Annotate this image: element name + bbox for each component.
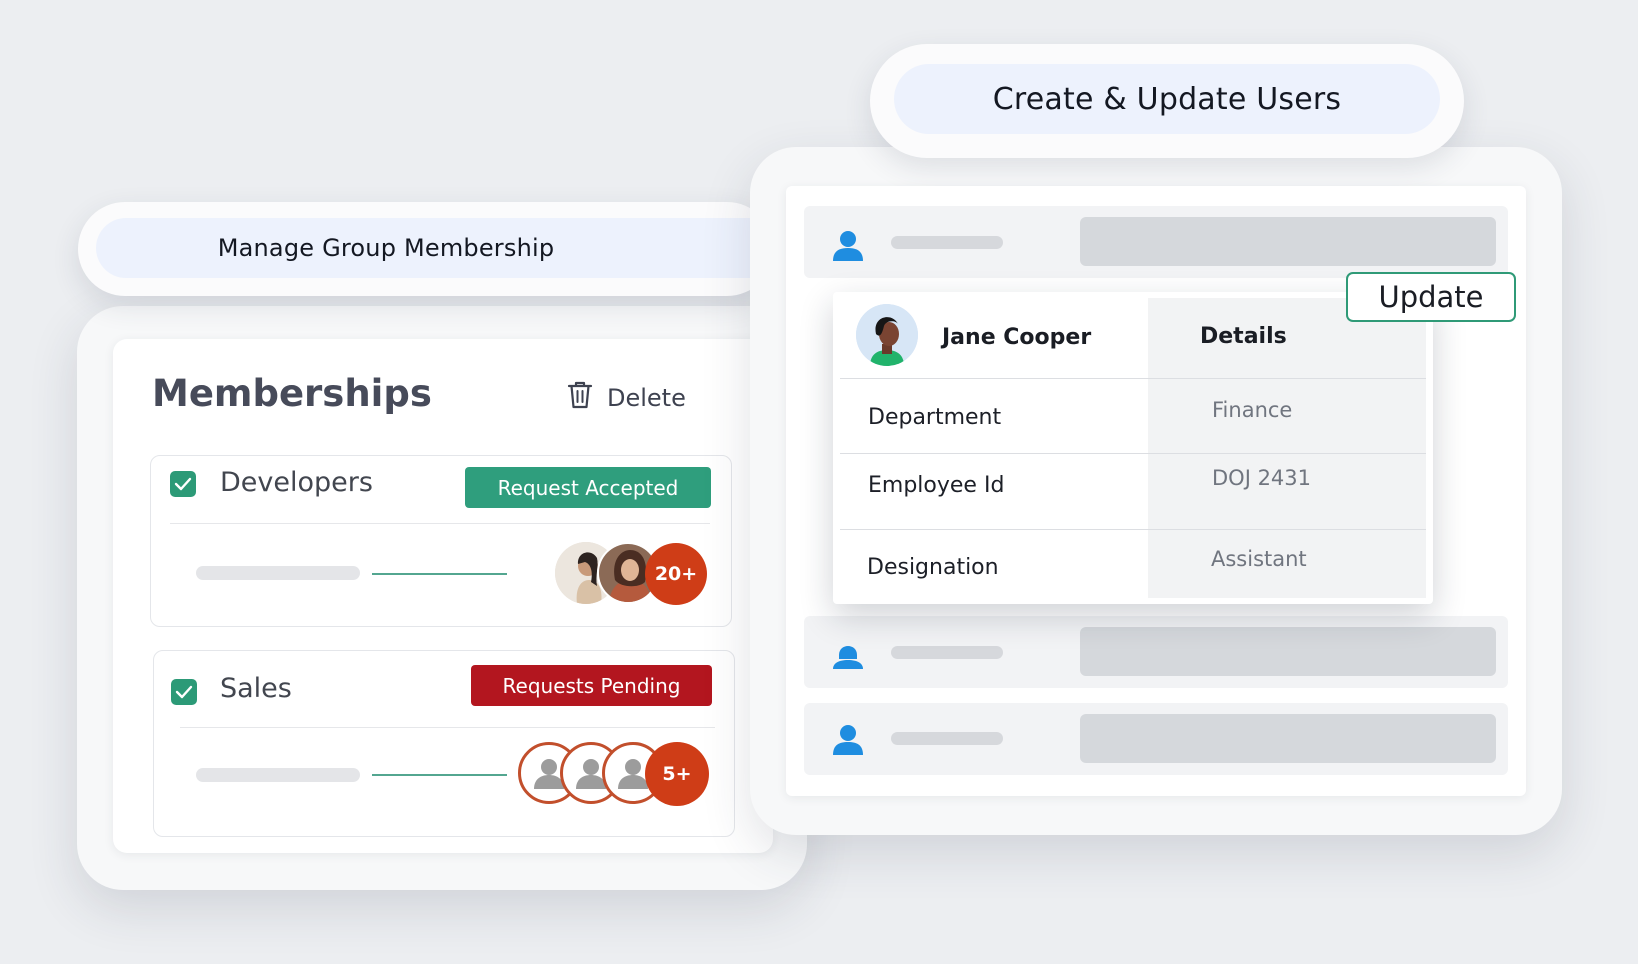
user-name: Jane Cooper xyxy=(942,325,1092,350)
delete-label: Delete xyxy=(607,384,686,412)
panel-title: Memberships xyxy=(152,372,432,415)
member-count-badge[interactable]: 20+ xyxy=(645,543,707,605)
user-management-title: Create & Update Users xyxy=(992,81,1342,117)
update-button[interactable]: Update xyxy=(1346,272,1516,322)
check-icon xyxy=(175,685,193,699)
member-name-placeholder xyxy=(196,566,360,580)
progress-line xyxy=(372,573,507,575)
member-name-placeholder xyxy=(196,768,360,782)
sales-checkbox[interactable] xyxy=(171,679,197,705)
user-icon xyxy=(828,226,868,266)
user-icon xyxy=(828,634,868,674)
member-count-badge[interactable]: 5+ xyxy=(645,742,709,806)
trash-icon xyxy=(567,380,593,416)
group-divider xyxy=(180,727,715,728)
group-name-developers: Developers xyxy=(220,467,373,498)
group-divider xyxy=(170,523,710,524)
status-badge-pending: Requests Pending xyxy=(471,665,712,706)
user-name-placeholder xyxy=(891,646,1003,659)
user-field-placeholder xyxy=(1080,714,1496,763)
group-membership-header-pill: Manage Group Membership xyxy=(96,218,786,278)
details-header: Details xyxy=(1200,324,1287,349)
field-value-employee-id: DOJ 2431 xyxy=(1212,466,1312,490)
field-value-department: Finance xyxy=(1212,398,1293,422)
user-icon xyxy=(828,720,868,760)
user-name-placeholder xyxy=(891,732,1003,745)
field-value-designation: Assistant xyxy=(1211,547,1307,571)
user-field-placeholder xyxy=(1080,627,1496,676)
field-label-employee-id: Employee Id xyxy=(868,473,1005,498)
user-management-header-pill: Create & Update Users xyxy=(894,64,1440,134)
group-name-sales: Sales xyxy=(220,673,292,704)
group-membership-title: Manage Group Membership xyxy=(217,234,555,262)
field-label-designation: Designation xyxy=(867,555,999,580)
delete-button[interactable]: Delete xyxy=(567,378,686,418)
developers-checkbox[interactable] xyxy=(170,471,196,497)
status-badge-accepted: Request Accepted xyxy=(465,467,711,508)
user-name-placeholder xyxy=(891,236,1003,249)
detail-divider xyxy=(840,378,1426,379)
detail-divider xyxy=(840,453,1426,454)
user-field-placeholder xyxy=(1080,217,1496,266)
progress-line xyxy=(372,774,507,776)
check-icon xyxy=(174,477,192,491)
user-avatar xyxy=(856,304,918,366)
field-label-department: Department xyxy=(868,405,1002,430)
detail-divider xyxy=(840,529,1426,530)
